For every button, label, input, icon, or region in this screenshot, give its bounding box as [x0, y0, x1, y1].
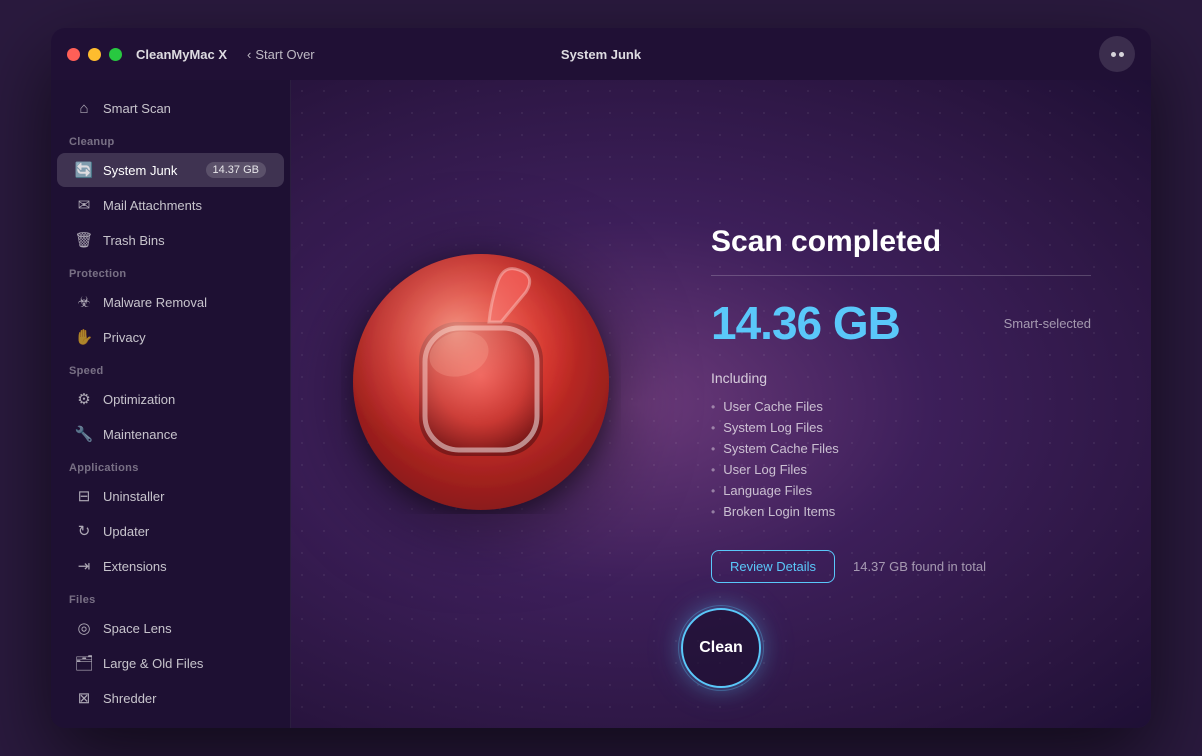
app-name: CleanMyMac X: [136, 47, 227, 62]
system-junk-icon: 🔄: [75, 161, 93, 179]
main-content: Scan completed 14.36 GB Smart-selected I…: [291, 80, 1151, 728]
sidebar-item-optimization[interactable]: ⚙ Optimization: [57, 382, 284, 416]
sidebar-item-smart-scan[interactable]: ⌂ Smart Scan: [57, 91, 284, 125]
sidebar-item-extensions[interactable]: ⇥ Extensions: [57, 549, 284, 583]
app-logo: [341, 234, 681, 574]
chevron-left-icon: ‹: [247, 47, 251, 62]
action-row: Review Details 14.37 GB found in total: [711, 550, 1091, 583]
file-list: User Cache Files System Log Files System…: [711, 396, 1091, 522]
sidebar-section-applications: Applications: [51, 452, 290, 478]
sidebar-item-trash-bins[interactable]: 🗑 Trash Bins: [57, 223, 284, 257]
uninstaller-icon: ⊟: [75, 487, 93, 505]
start-over-button[interactable]: ‹ Start Over: [247, 47, 315, 62]
extensions-icon: ⇥: [75, 557, 93, 575]
sidebar-section-protection: Protection: [51, 258, 290, 284]
maintenance-icon: 🔧: [75, 425, 93, 443]
divider: [711, 275, 1091, 276]
malware-icon: ☣: [75, 293, 93, 311]
sidebar-section-speed: Speed: [51, 355, 290, 381]
sidebar-section-cleanup: Cleanup: [51, 126, 290, 152]
smart-scan-icon: ⌂: [75, 99, 93, 117]
shredder-icon: ⊠: [75, 689, 93, 707]
sidebar-item-shredder[interactable]: ⊠ Shredder: [57, 681, 284, 715]
fullscreen-button[interactable]: [109, 48, 122, 61]
menu-dots-button[interactable]: [1099, 36, 1135, 72]
sidebar-item-malware-removal[interactable]: ☣ Malware Removal: [57, 285, 284, 319]
close-button[interactable]: [67, 48, 80, 61]
sidebar-item-large-old-files[interactable]: 🗂 Large & Old Files: [57, 646, 284, 680]
privacy-icon: ✋: [75, 328, 93, 346]
titlebar: CleanMyMac X ‹ Start Over System Junk: [51, 28, 1151, 80]
large-files-icon: 🗂: [75, 654, 93, 672]
info-panel: Scan completed 14.36 GB Smart-selected I…: [711, 225, 1091, 583]
review-details-button[interactable]: Review Details: [711, 550, 835, 583]
found-text: 14.37 GB found in total: [853, 559, 986, 574]
sidebar-item-privacy[interactable]: ✋ Privacy: [57, 320, 284, 354]
list-item: User Log Files: [711, 459, 1091, 480]
clean-button-area: Clean: [681, 608, 761, 688]
size-value: 14.36 GB: [711, 296, 900, 350]
mail-icon: ✉: [75, 196, 93, 214]
sidebar-item-uninstaller[interactable]: ⊟ Uninstaller: [57, 479, 284, 513]
space-lens-icon: ◎: [75, 619, 93, 637]
content-area: ⌂ Smart Scan Cleanup 🔄 System Junk 14.37…: [51, 80, 1151, 728]
app-window: CleanMyMac X ‹ Start Over System Junk ⌂ …: [51, 28, 1151, 728]
clean-button[interactable]: Clean: [681, 608, 761, 688]
traffic-lights: [67, 48, 122, 61]
minimize-button[interactable]: [88, 48, 101, 61]
sidebar-item-space-lens[interactable]: ◎ Space Lens: [57, 611, 284, 645]
including-label: Including: [711, 370, 1091, 386]
dot-icon: [1119, 52, 1124, 57]
sidebar-item-mail-attachments[interactable]: ✉ Mail Attachments: [57, 188, 284, 222]
window-title: System Junk: [561, 47, 641, 62]
optimization-icon: ⚙: [75, 390, 93, 408]
list-item: Language Files: [711, 480, 1091, 501]
sidebar-section-files: Files: [51, 584, 290, 610]
sidebar-item-system-junk[interactable]: 🔄 System Junk 14.37 GB: [57, 153, 284, 187]
sidebar-item-maintenance[interactable]: 🔧 Maintenance: [57, 417, 284, 451]
system-junk-badge: 14.37 GB: [206, 162, 266, 178]
scan-completed-title: Scan completed: [711, 225, 1091, 259]
sidebar: ⌂ Smart Scan Cleanup 🔄 System Junk 14.37…: [51, 80, 291, 728]
list-item: Broken Login Items: [711, 501, 1091, 522]
trash-icon: 🗑: [75, 231, 93, 249]
dot-icon: [1111, 52, 1116, 57]
list-item: User Cache Files: [711, 396, 1091, 417]
updater-icon: ↻: [75, 522, 93, 540]
sidebar-item-updater[interactable]: ↻ Updater: [57, 514, 284, 548]
smart-selected-label: Smart-selected: [1004, 316, 1091, 331]
list-item: System Cache Files: [711, 438, 1091, 459]
size-row: 14.36 GB Smart-selected: [711, 296, 1091, 350]
list-item: System Log Files: [711, 417, 1091, 438]
